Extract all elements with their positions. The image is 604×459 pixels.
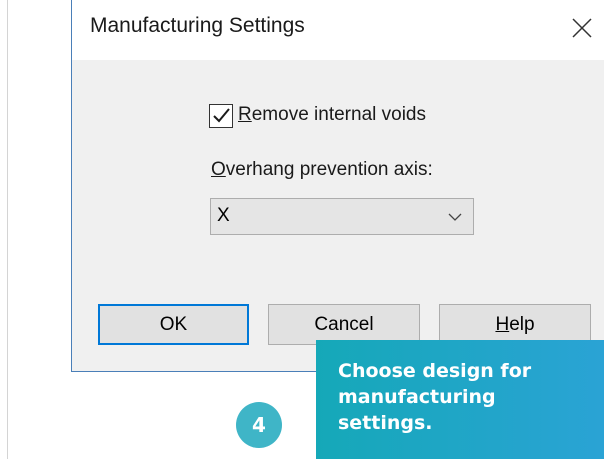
chevron-down-icon bbox=[448, 213, 462, 221]
step-number-badge: 4 bbox=[236, 402, 282, 448]
screenshot-stage: Manufacturing Settings Remove internal v… bbox=[0, 0, 604, 459]
dialog-titlebar: Manufacturing Settings bbox=[72, 0, 604, 60]
callout-text: Choose design for manufacturing settings… bbox=[338, 360, 532, 434]
tutorial-callout: Choose design for manufacturing settings… bbox=[316, 340, 604, 459]
overhang-axis-dropdown[interactable]: X bbox=[210, 198, 474, 235]
checkmark-icon bbox=[213, 108, 230, 123]
window-edge bbox=[7, 0, 8, 459]
cancel-button[interactable]: Cancel bbox=[268, 304, 420, 345]
manufacturing-settings-dialog: Manufacturing Settings Remove internal v… bbox=[71, 0, 604, 372]
remove-voids-checkbox[interactable] bbox=[209, 104, 233, 128]
dialog-title: Manufacturing Settings bbox=[90, 14, 305, 37]
help-button[interactable]: Help bbox=[439, 304, 591, 345]
ok-button[interactable]: OK bbox=[98, 304, 249, 345]
overhang-axis-label: Overhang prevention axis: bbox=[211, 159, 433, 180]
close-icon[interactable] bbox=[570, 16, 594, 40]
remove-voids-label: Remove internal voids bbox=[238, 104, 426, 125]
overhang-axis-value: X bbox=[217, 205, 230, 226]
